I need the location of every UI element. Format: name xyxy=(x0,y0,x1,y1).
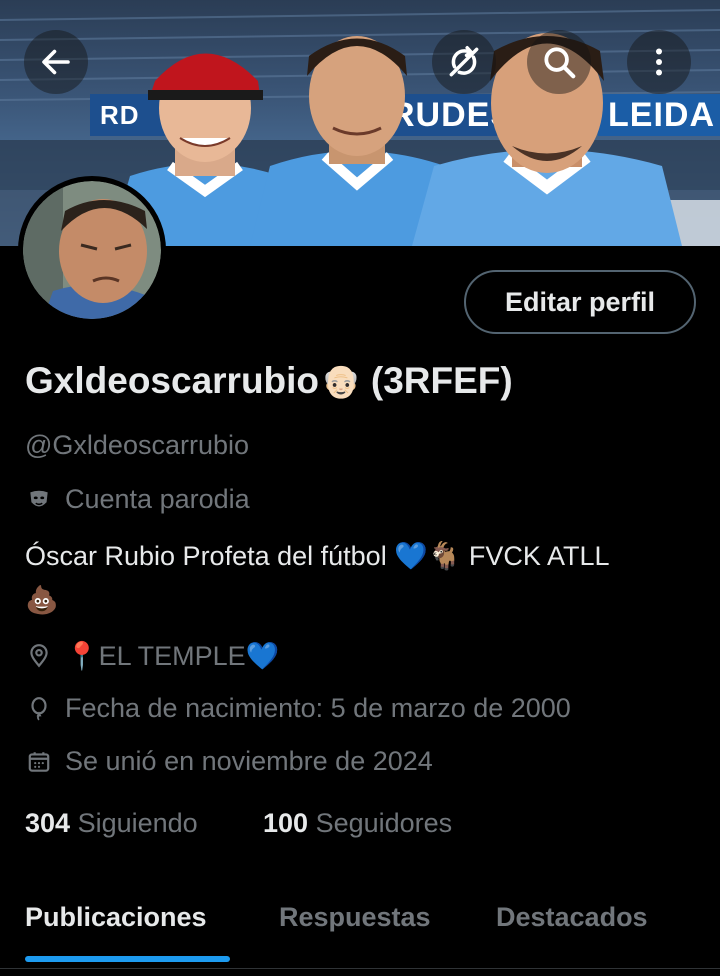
profile-tabs: Publicaciones Respuestas Destacados xyxy=(0,878,720,969)
avatar-photo xyxy=(23,181,161,319)
search-icon xyxy=(544,47,576,79)
followers-label: Seguidores xyxy=(315,808,453,838)
parody-label-text: Cuenta parodia xyxy=(65,484,250,514)
sync-button[interactable] xyxy=(432,30,496,94)
more-button[interactable] xyxy=(627,30,691,94)
display-name: Gxldeoscarrubio 👴🏻 (3RFEF) xyxy=(25,360,513,402)
search-button[interactable] xyxy=(527,30,591,94)
calendar-icon xyxy=(25,748,53,776)
display-name-text: Gxldeoscarrubio xyxy=(25,360,320,401)
birth-date-row: Fecha de nacimiento: 5 de marzo de 2000 xyxy=(25,693,571,724)
tab-posts[interactable]: Publicaciones xyxy=(25,902,207,933)
location-row: 📍EL TEMPLE💙 xyxy=(25,640,279,672)
followers-link[interactable]: 100 Seguidores xyxy=(263,808,452,839)
balloon-icon xyxy=(25,695,53,723)
birth-date-text: Fecha de nacimiento: 5 de marzo de 2000 xyxy=(65,693,571,723)
display-name-emoji: 👴🏻 xyxy=(321,363,361,399)
followers-count: 100 xyxy=(263,808,309,838)
arrow-left-icon xyxy=(42,49,70,75)
joined-date-text: Se unió en noviembre de 2024 xyxy=(65,746,433,776)
following-count: 304 xyxy=(25,808,71,838)
following-label: Siguiendo xyxy=(77,808,198,838)
theater-masks-icon xyxy=(25,486,53,514)
joined-date-row: Se unió en noviembre de 2024 xyxy=(25,746,433,777)
parody-account-label: Cuenta parodia xyxy=(25,484,250,515)
bio-text: Óscar Rubio Profeta del fútbol 💙🐐 FVCK A… xyxy=(25,541,610,571)
back-button[interactable] xyxy=(24,30,88,94)
bio-emoji: 💩 xyxy=(25,585,59,615)
edit-profile-button[interactable]: Editar perfil xyxy=(464,270,696,334)
tab-replies[interactable]: Respuestas xyxy=(279,902,431,933)
display-name-suffix: (3RFEF) xyxy=(370,360,513,401)
more-vertical-icon xyxy=(656,48,662,76)
active-tab-indicator xyxy=(25,956,230,962)
avatar[interactable] xyxy=(18,176,166,324)
sync-off-icon xyxy=(449,46,479,77)
location-text: 📍EL TEMPLE💙 xyxy=(65,641,280,671)
bio: Óscar Rubio Profeta del fútbol 💙🐐 FVCK A… xyxy=(25,534,705,622)
user-handle: @Gxldeoscarrubio xyxy=(25,430,250,460)
following-link[interactable]: 304 Siguiendo xyxy=(25,808,198,839)
location-pin-icon xyxy=(25,642,53,670)
tab-highlights[interactable]: Destacados xyxy=(496,902,648,933)
